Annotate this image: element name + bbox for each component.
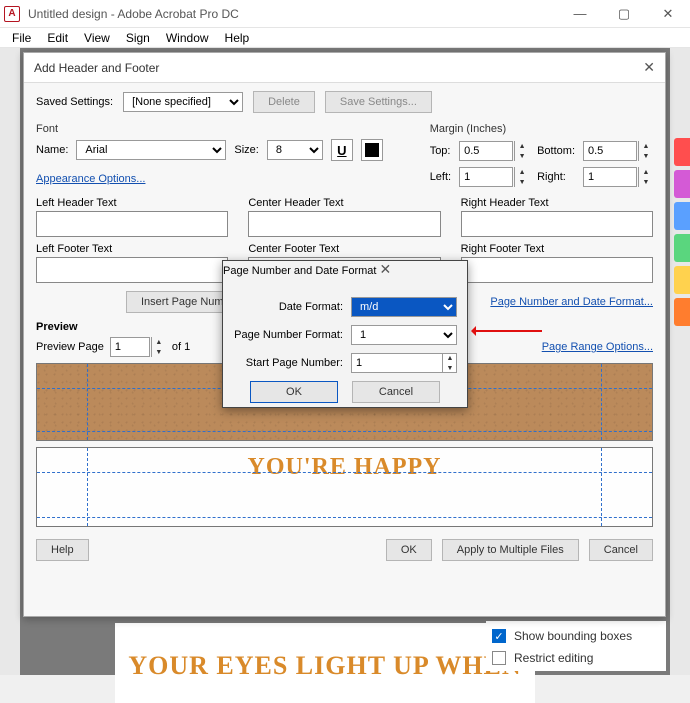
saved-settings-select[interactable]: [None specified] xyxy=(123,92,243,112)
spin-up-icon[interactable]: ▲ xyxy=(639,167,653,177)
document-page: YOUR EYES LIGHT UP WHEN xyxy=(115,623,535,703)
underline-button[interactable]: U xyxy=(331,139,353,161)
margin-right-label: Right: xyxy=(537,171,575,183)
margin-right-input[interactable] xyxy=(583,167,637,187)
ribbon-tab-4[interactable] xyxy=(674,234,690,262)
close-window-button[interactable]: ✕ xyxy=(646,0,690,28)
annotation-arrow-icon xyxy=(474,330,542,332)
spin-down-icon[interactable]: ▼ xyxy=(152,347,166,357)
label-show-bounding: Show bounding boxes xyxy=(514,629,632,643)
page-number-format-select[interactable]: 1 xyxy=(351,325,457,345)
spin-down-icon[interactable]: ▼ xyxy=(639,151,653,161)
page-number-date-format-link[interactable]: Page Number and Date Format... xyxy=(490,296,653,308)
color-swatch-icon xyxy=(365,143,379,157)
margin-top-input[interactable] xyxy=(459,141,513,161)
window-title: Untitled design - Adobe Acrobat Pro DC xyxy=(28,7,239,21)
font-color-button[interactable] xyxy=(361,139,383,161)
name-label: Name: xyxy=(36,144,68,156)
ribbon-tab-2[interactable] xyxy=(674,170,690,198)
date-format-label: Date Format: xyxy=(233,301,343,313)
subdialog-cancel-button[interactable]: Cancel xyxy=(352,381,440,403)
appearance-options-link[interactable]: Appearance Options... xyxy=(36,173,145,185)
label-restrict-editing: Restrict editing xyxy=(514,651,593,665)
preview-page-label: Preview Page xyxy=(36,341,104,353)
center-footer-label: Center Footer Text xyxy=(248,243,440,255)
start-page-number-label: Start Page Number: xyxy=(233,357,343,369)
ribbon-tab-6[interactable] xyxy=(674,298,690,326)
spin-down-icon[interactable]: ▼ xyxy=(515,151,529,161)
right-header-label: Right Header Text xyxy=(461,197,653,209)
save-settings-button[interactable]: Save Settings... xyxy=(325,91,432,113)
margin-group-label: Margin (Inches) xyxy=(430,123,653,135)
spin-up-icon[interactable]: ▲ xyxy=(152,337,166,347)
right-ribbon xyxy=(674,138,690,585)
spin-down-icon[interactable]: ▼ xyxy=(515,177,529,187)
menu-window[interactable]: Window xyxy=(158,29,217,47)
saved-settings-label: Saved Settings: xyxy=(36,96,113,108)
minimize-button[interactable]: — xyxy=(558,0,602,28)
spin-down-icon[interactable]: ▼ xyxy=(443,363,457,373)
checkbox-show-bounding[interactable]: ✓ xyxy=(492,629,506,643)
right-footer-label: Right Footer Text xyxy=(461,243,653,255)
center-header-label: Center Header Text xyxy=(248,197,440,209)
app-icon: A xyxy=(4,6,20,22)
menu-file[interactable]: File xyxy=(4,29,39,47)
checkbox-restrict-editing[interactable] xyxy=(492,651,506,665)
ok-button[interactable]: OK xyxy=(386,539,432,561)
menubar: File Edit View Sign Window Help xyxy=(0,28,690,48)
right-footer-input[interactable] xyxy=(461,257,653,283)
margin-bottom-label: Bottom: xyxy=(537,145,575,157)
subdialog-ok-button[interactable]: OK xyxy=(250,381,338,403)
ribbon-tab-5[interactable] xyxy=(674,266,690,294)
spin-up-icon[interactable]: ▲ xyxy=(515,141,529,151)
delete-button[interactable]: Delete xyxy=(253,91,315,113)
dialog-page-number-date-format: Page Number and Date Format ✕ Date Forma… xyxy=(222,260,468,408)
apply-multiple-button[interactable]: Apply to Multiple Files xyxy=(442,539,579,561)
document-text: YOUR EYES LIGHT UP WHEN xyxy=(128,651,521,680)
menu-help[interactable]: Help xyxy=(217,29,258,47)
margin-left-label: Left: xyxy=(430,171,451,183)
date-format-select[interactable]: m/d xyxy=(351,297,457,317)
margin-left-input[interactable] xyxy=(459,167,513,187)
menu-sign[interactable]: Sign xyxy=(118,29,158,47)
font-group-label: Font xyxy=(36,123,390,135)
preview-footer-text: YOU'RE HAPPY xyxy=(37,454,652,481)
font-name-select[interactable]: Arial xyxy=(76,140,226,160)
left-footer-label: Left Footer Text xyxy=(36,243,228,255)
size-label: Size: xyxy=(234,144,258,156)
font-size-select[interactable]: 8 xyxy=(267,140,323,160)
preview-of-label: of 1 xyxy=(172,341,190,353)
dialog-close-icon[interactable]: ✕ xyxy=(643,59,655,76)
spin-up-icon[interactable]: ▲ xyxy=(443,353,457,363)
right-header-input[interactable] xyxy=(461,211,653,237)
subdialog-close-icon[interactable]: ✕ xyxy=(380,261,392,277)
preview-footer-box: YOU'RE HAPPY xyxy=(36,447,653,527)
margin-bottom-input[interactable] xyxy=(583,141,637,161)
dialog-title: Add Header and Footer xyxy=(34,61,159,75)
preview-page-input[interactable] xyxy=(110,337,150,357)
left-header-label: Left Header Text xyxy=(36,197,228,209)
page-range-options-link[interactable]: Page Range Options... xyxy=(542,341,653,353)
help-button[interactable]: Help xyxy=(36,539,89,561)
options-panel: ✓ Show bounding boxes Restrict editing xyxy=(486,621,666,671)
spin-up-icon[interactable]: ▲ xyxy=(639,141,653,151)
ribbon-tab-1[interactable] xyxy=(674,138,690,166)
page-number-format-label: Page Number Format: xyxy=(233,329,343,341)
maximize-button[interactable]: ▢ xyxy=(602,0,646,28)
titlebar: A Untitled design - Adobe Acrobat Pro DC… xyxy=(0,0,690,28)
ribbon-tab-3[interactable] xyxy=(674,202,690,230)
spin-down-icon[interactable]: ▼ xyxy=(639,177,653,187)
center-header-input[interactable] xyxy=(248,211,440,237)
left-footer-input[interactable] xyxy=(36,257,228,283)
cancel-button[interactable]: Cancel xyxy=(589,539,653,561)
menu-view[interactable]: View xyxy=(76,29,118,47)
spin-up-icon[interactable]: ▲ xyxy=(515,167,529,177)
subdialog-title: Page Number and Date Format xyxy=(223,265,376,277)
margin-top-label: Top: xyxy=(430,145,451,157)
menu-edit[interactable]: Edit xyxy=(39,29,76,47)
left-header-input[interactable] xyxy=(36,211,228,237)
